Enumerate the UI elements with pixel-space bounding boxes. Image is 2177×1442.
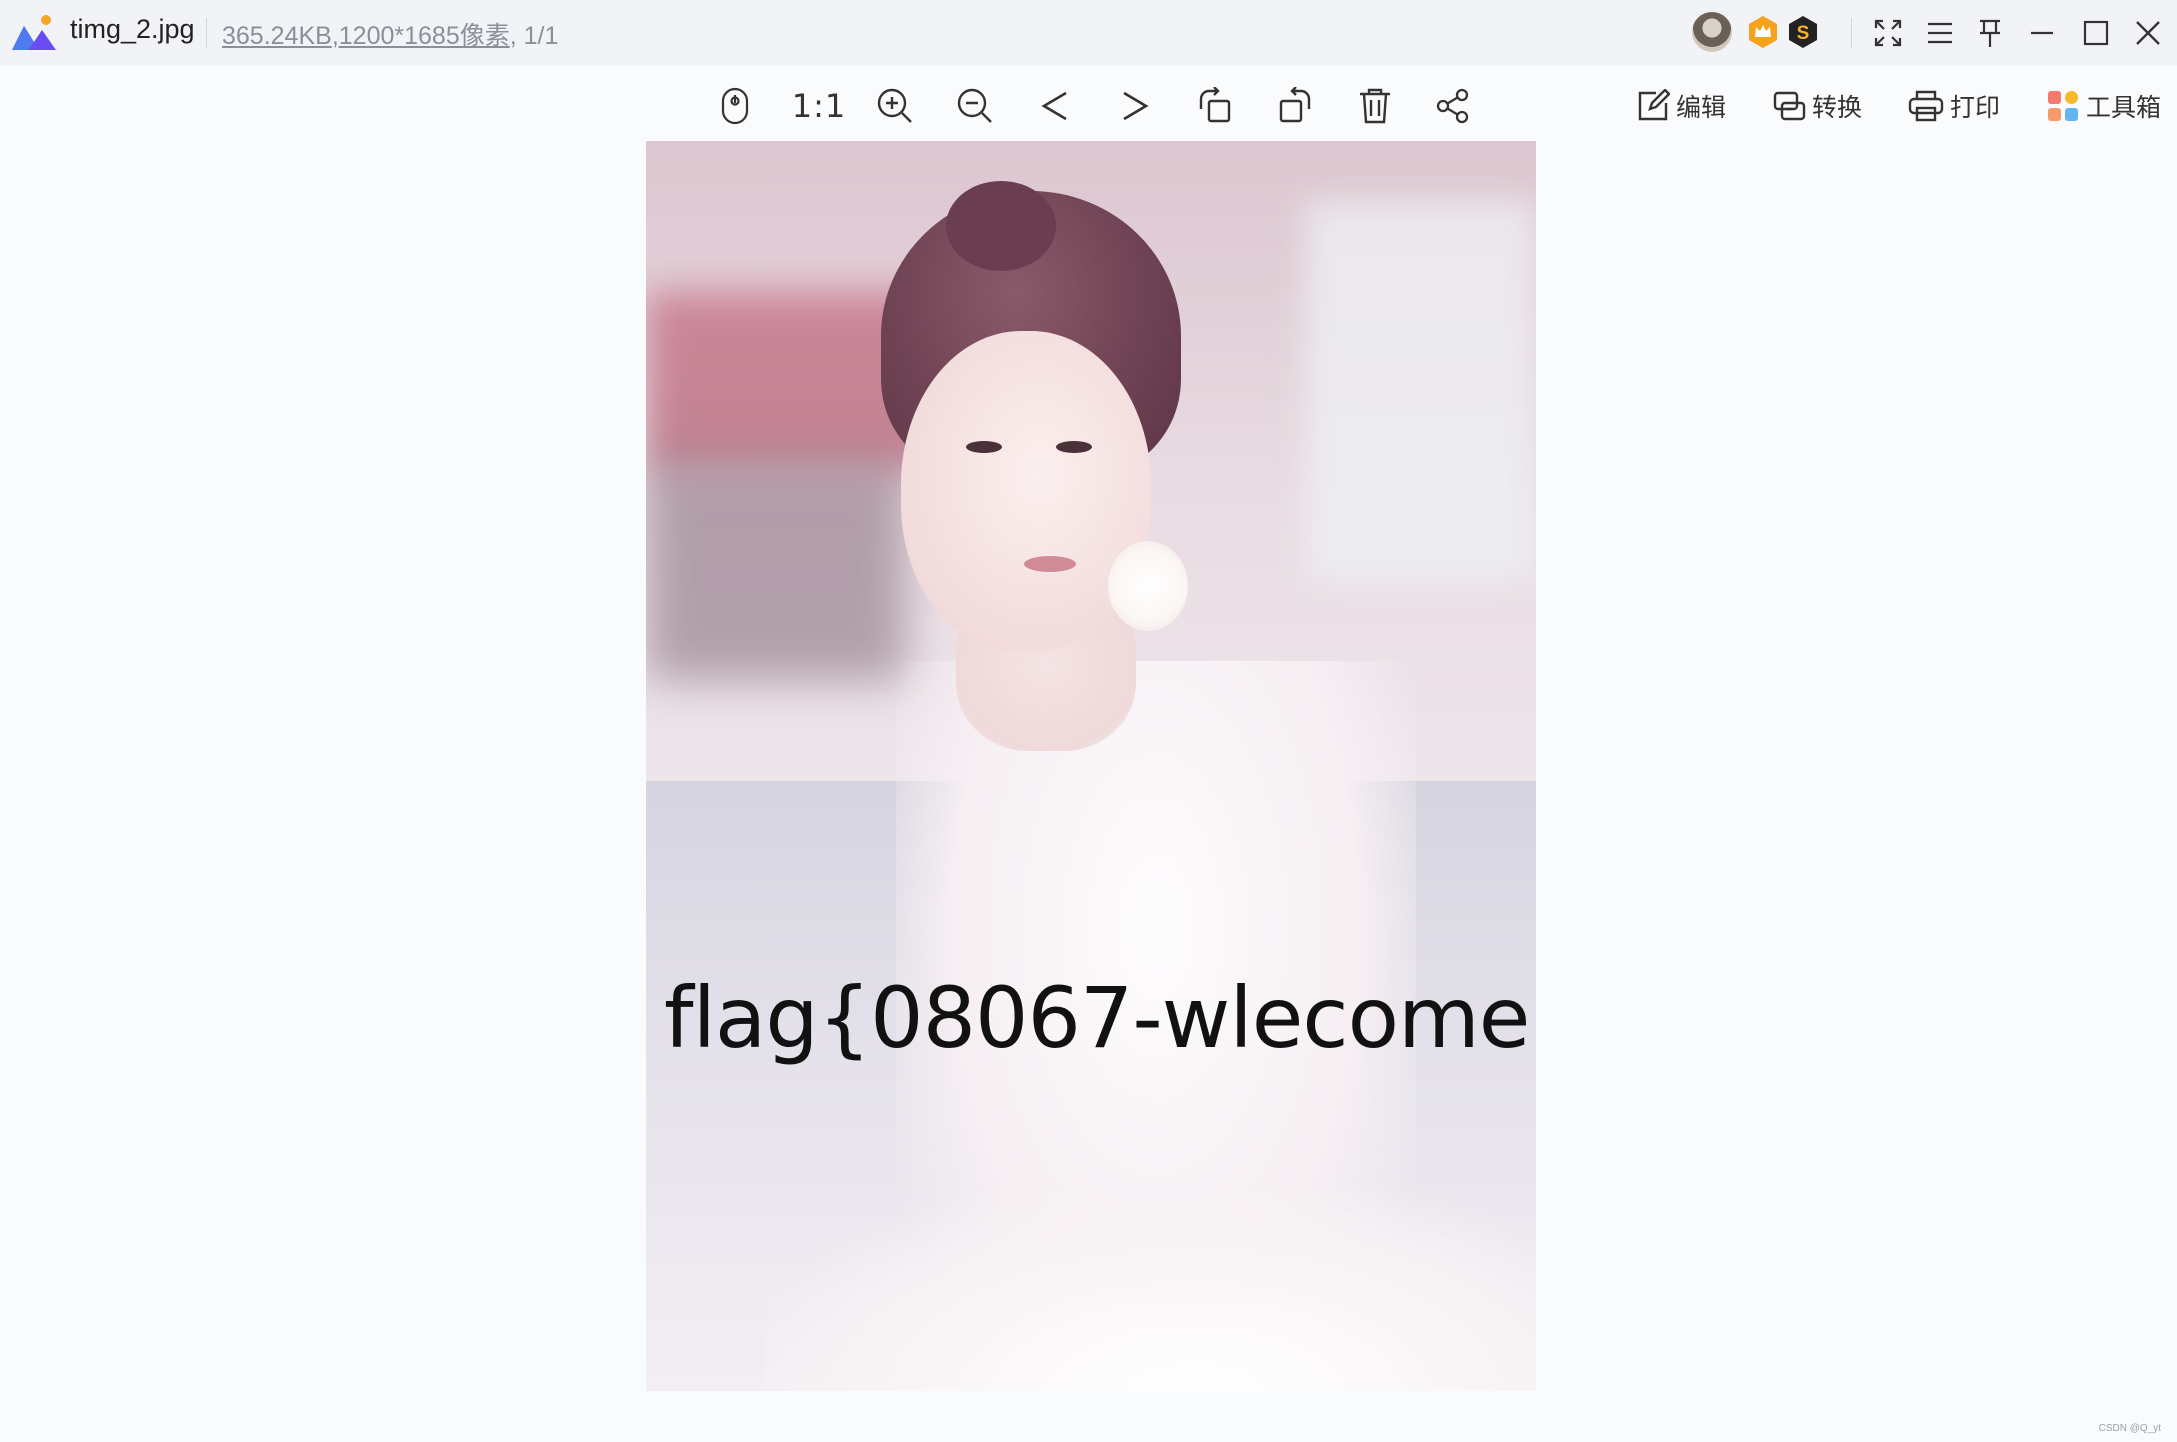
edit-button[interactable]: 编辑 bbox=[1636, 86, 1726, 126]
maximize-icon bbox=[2083, 20, 2109, 46]
rotate-left-icon bbox=[1199, 87, 1231, 123]
zoom-in-icon bbox=[877, 88, 912, 123]
menu-button[interactable] bbox=[1920, 13, 1960, 53]
svg-text:S: S bbox=[1797, 23, 1810, 44]
edit-label: 编辑 bbox=[1676, 94, 1727, 122]
title-separator-right bbox=[1851, 18, 1852, 48]
title-bar: timg_2.jpg 365.24KB,1200*1685像素, 1/1 S bbox=[0, 0, 2177, 66]
minimize-icon bbox=[2031, 31, 2053, 35]
convert-label: 转换 bbox=[1812, 94, 1863, 122]
pin-icon bbox=[1980, 19, 2000, 47]
print-icon bbox=[1908, 90, 1944, 122]
toolbox-button[interactable]: 工具箱 bbox=[2046, 86, 2161, 126]
rotate-left-button[interactable] bbox=[1193, 84, 1237, 128]
chevron-left-icon bbox=[1041, 91, 1067, 121]
svip-badge-icon[interactable]: S bbox=[1786, 15, 1820, 49]
toolbox-icon bbox=[2048, 91, 2078, 121]
fullscreen-button[interactable] bbox=[1868, 13, 1908, 53]
rotate-right-icon bbox=[1279, 87, 1311, 123]
photo-background-dark bbox=[646, 461, 906, 681]
convert-icon bbox=[1773, 91, 1806, 121]
image-dimensions[interactable]: ,1200*1685像素 bbox=[332, 22, 510, 50]
photo-eye-left bbox=[966, 441, 1002, 453]
print-button[interactable]: 打印 bbox=[1908, 86, 2000, 126]
actual-size-icon: 1:1 bbox=[791, 87, 847, 125]
minimize-button[interactable] bbox=[2022, 13, 2062, 53]
trash-icon bbox=[1360, 88, 1390, 124]
title-separator bbox=[206, 18, 207, 48]
next-image-button[interactable] bbox=[1113, 84, 1157, 128]
file-name: timg_2.jpg bbox=[70, 14, 195, 44]
edit-icon bbox=[1638, 89, 1670, 121]
zoom-in-button[interactable] bbox=[873, 84, 917, 128]
file-info: 365.24KB,1200*1685像素, 1/1 bbox=[222, 16, 558, 52]
share-button[interactable] bbox=[1431, 84, 1475, 128]
photo-hair-bun bbox=[946, 181, 1056, 271]
actual-size-button[interactable]: 1:1 bbox=[791, 84, 847, 128]
photo-skirt bbox=[766, 1191, 1536, 1391]
chevron-right-icon bbox=[1123, 91, 1149, 121]
photo-eye-right bbox=[1056, 441, 1092, 453]
previous-image-button[interactable] bbox=[1033, 84, 1077, 128]
toolbox-label: 工具箱 bbox=[2086, 94, 2162, 122]
vip-crown-icon[interactable] bbox=[1746, 15, 1780, 49]
maximize-button[interactable] bbox=[2076, 13, 2116, 53]
zoom-out-button[interactable] bbox=[953, 84, 997, 128]
close-button[interactable] bbox=[2128, 13, 2168, 53]
delete-button[interactable] bbox=[1353, 84, 1397, 128]
hamburger-menu-icon bbox=[1928, 22, 1952, 44]
user-avatar[interactable] bbox=[1692, 12, 1732, 52]
print-label: 打印 bbox=[1950, 94, 2001, 122]
zoom-out-icon bbox=[957, 88, 992, 123]
rotate-right-button[interactable] bbox=[1273, 84, 1317, 128]
close-icon bbox=[2136, 21, 2160, 45]
mouse-mode-button[interactable] bbox=[713, 84, 757, 128]
page-counter: , 1/1 bbox=[509, 22, 559, 50]
displayed-image: flag{08067-wlecome} bbox=[646, 141, 1536, 1391]
share-icon bbox=[1436, 88, 1469, 124]
app-logo-icon bbox=[12, 15, 56, 50]
fullscreen-icon bbox=[1874, 19, 1902, 47]
csdn-watermark: CSDN @Q_yt bbox=[2098, 1423, 2161, 1434]
convert-button[interactable]: 转换 bbox=[1772, 86, 1862, 126]
image-overlay-text: flag{08067-wlecome} bbox=[664, 969, 1536, 1067]
photo-lips bbox=[1024, 556, 1076, 572]
mouse-icon bbox=[721, 87, 749, 125]
pin-button[interactable] bbox=[1970, 13, 2010, 53]
file-size[interactable]: 365.24KB bbox=[222, 22, 332, 50]
photo-background-light bbox=[1306, 201, 1536, 581]
photo-flower bbox=[1108, 541, 1188, 631]
